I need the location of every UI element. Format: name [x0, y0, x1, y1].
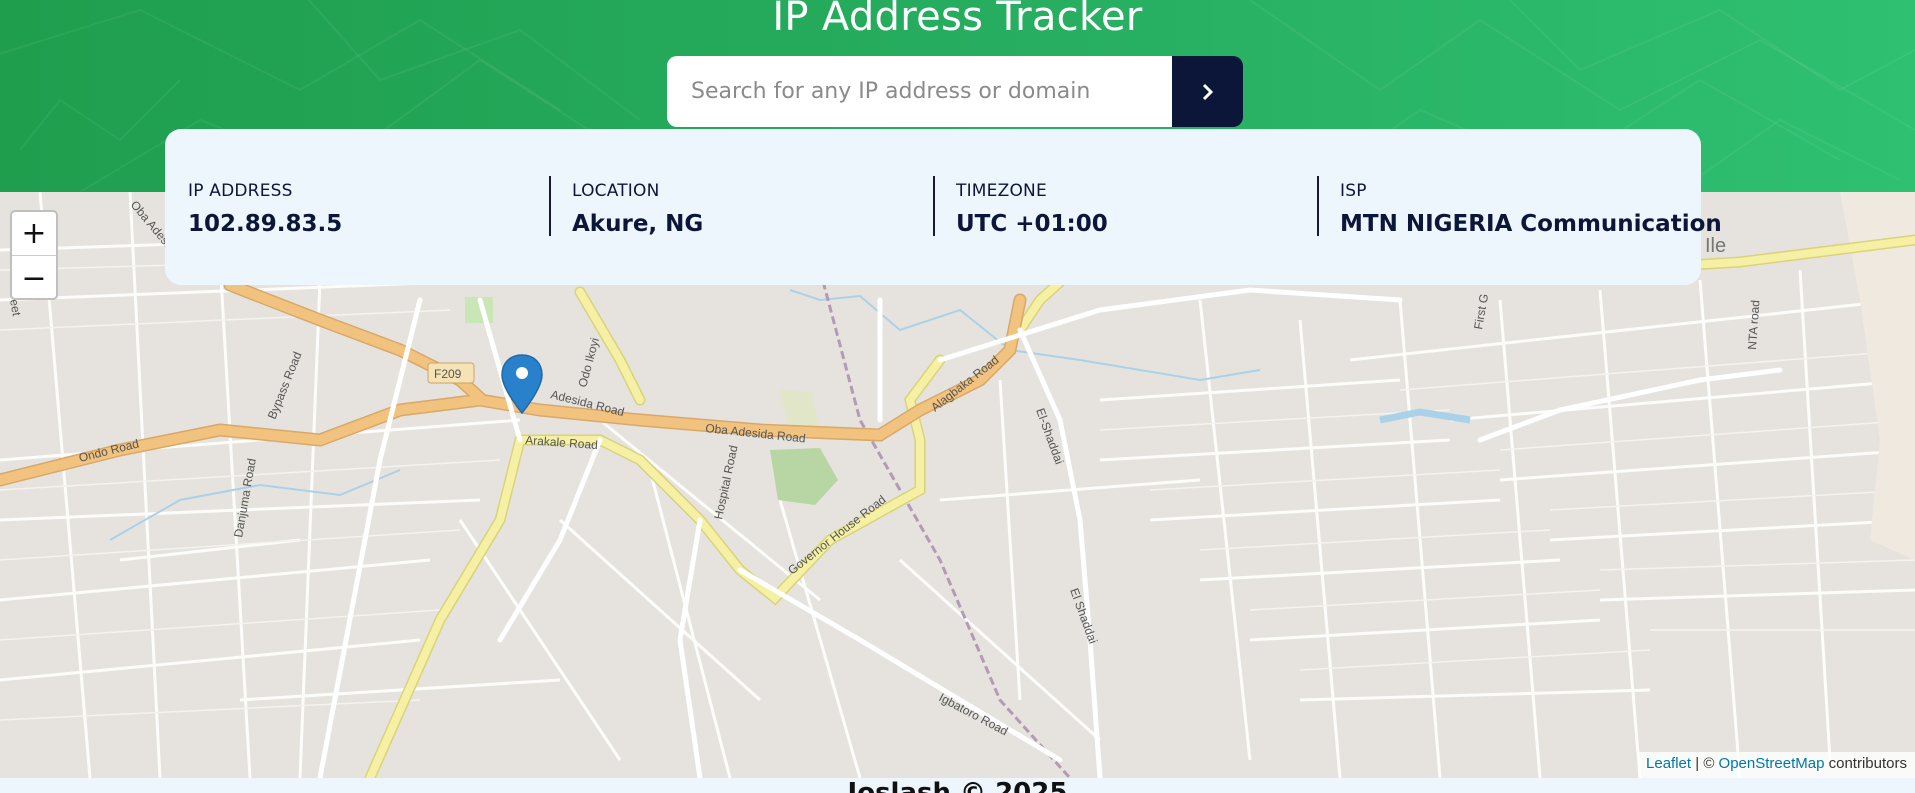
ip-info-card: IP ADDRESS 102.89.83.5 LOCATION Akure, N… — [165, 129, 1722, 285]
search-input[interactable] — [667, 56, 1172, 127]
chevron-right-icon — [1202, 83, 1213, 100]
map-label-ile: Ile — [1705, 235, 1726, 257]
location-value: Akure, NG — [572, 211, 704, 237]
timezone-value: UTC +01:00 — [956, 211, 1108, 237]
timezone-label: TIMEZONE — [956, 181, 1047, 201]
search-submit-button[interactable] — [1172, 56, 1243, 127]
map-attribution: Leaflet | © OpenStreetMap contributors — [1638, 752, 1915, 778]
attribution-separator: | © — [1695, 755, 1715, 772]
ip-address-block: IP ADDRESS 102.89.83.5 — [165, 129, 549, 285]
map-label-eet: eet — [7, 298, 24, 318]
location-label: LOCATION — [572, 181, 660, 201]
timezone-block: TIMEZONE UTC +01:00 — [933, 129, 1317, 285]
attribution-contributors: contributors — [1828, 755, 1907, 772]
location-block: LOCATION Akure, NG — [549, 129, 933, 285]
ip-address-label: IP ADDRESS — [188, 181, 293, 201]
zoom-in-button[interactable]: + — [12, 212, 56, 256]
isp-block: ISP MTN NIGERIA Communication — [1317, 129, 1722, 285]
page-title: IP Address Tracker — [772, 0, 1143, 40]
isp-value: MTN NIGERIA Communication — [1340, 211, 1722, 237]
footer-text: Joslash © 2025 — [847, 778, 1068, 793]
isp-label: ISP — [1340, 181, 1367, 201]
footer: Joslash © 2025 — [0, 778, 1915, 793]
search-bar — [667, 56, 1243, 127]
leaflet-link[interactable]: Leaflet — [1646, 755, 1691, 772]
openstreetmap-link[interactable]: OpenStreetMap — [1719, 755, 1825, 772]
ip-address-value: 102.89.83.5 — [188, 211, 343, 237]
zoom-out-button[interactable]: − — [12, 256, 56, 298]
map-label-f209: F209 — [434, 367, 462, 381]
zoom-control: + − — [10, 210, 58, 300]
